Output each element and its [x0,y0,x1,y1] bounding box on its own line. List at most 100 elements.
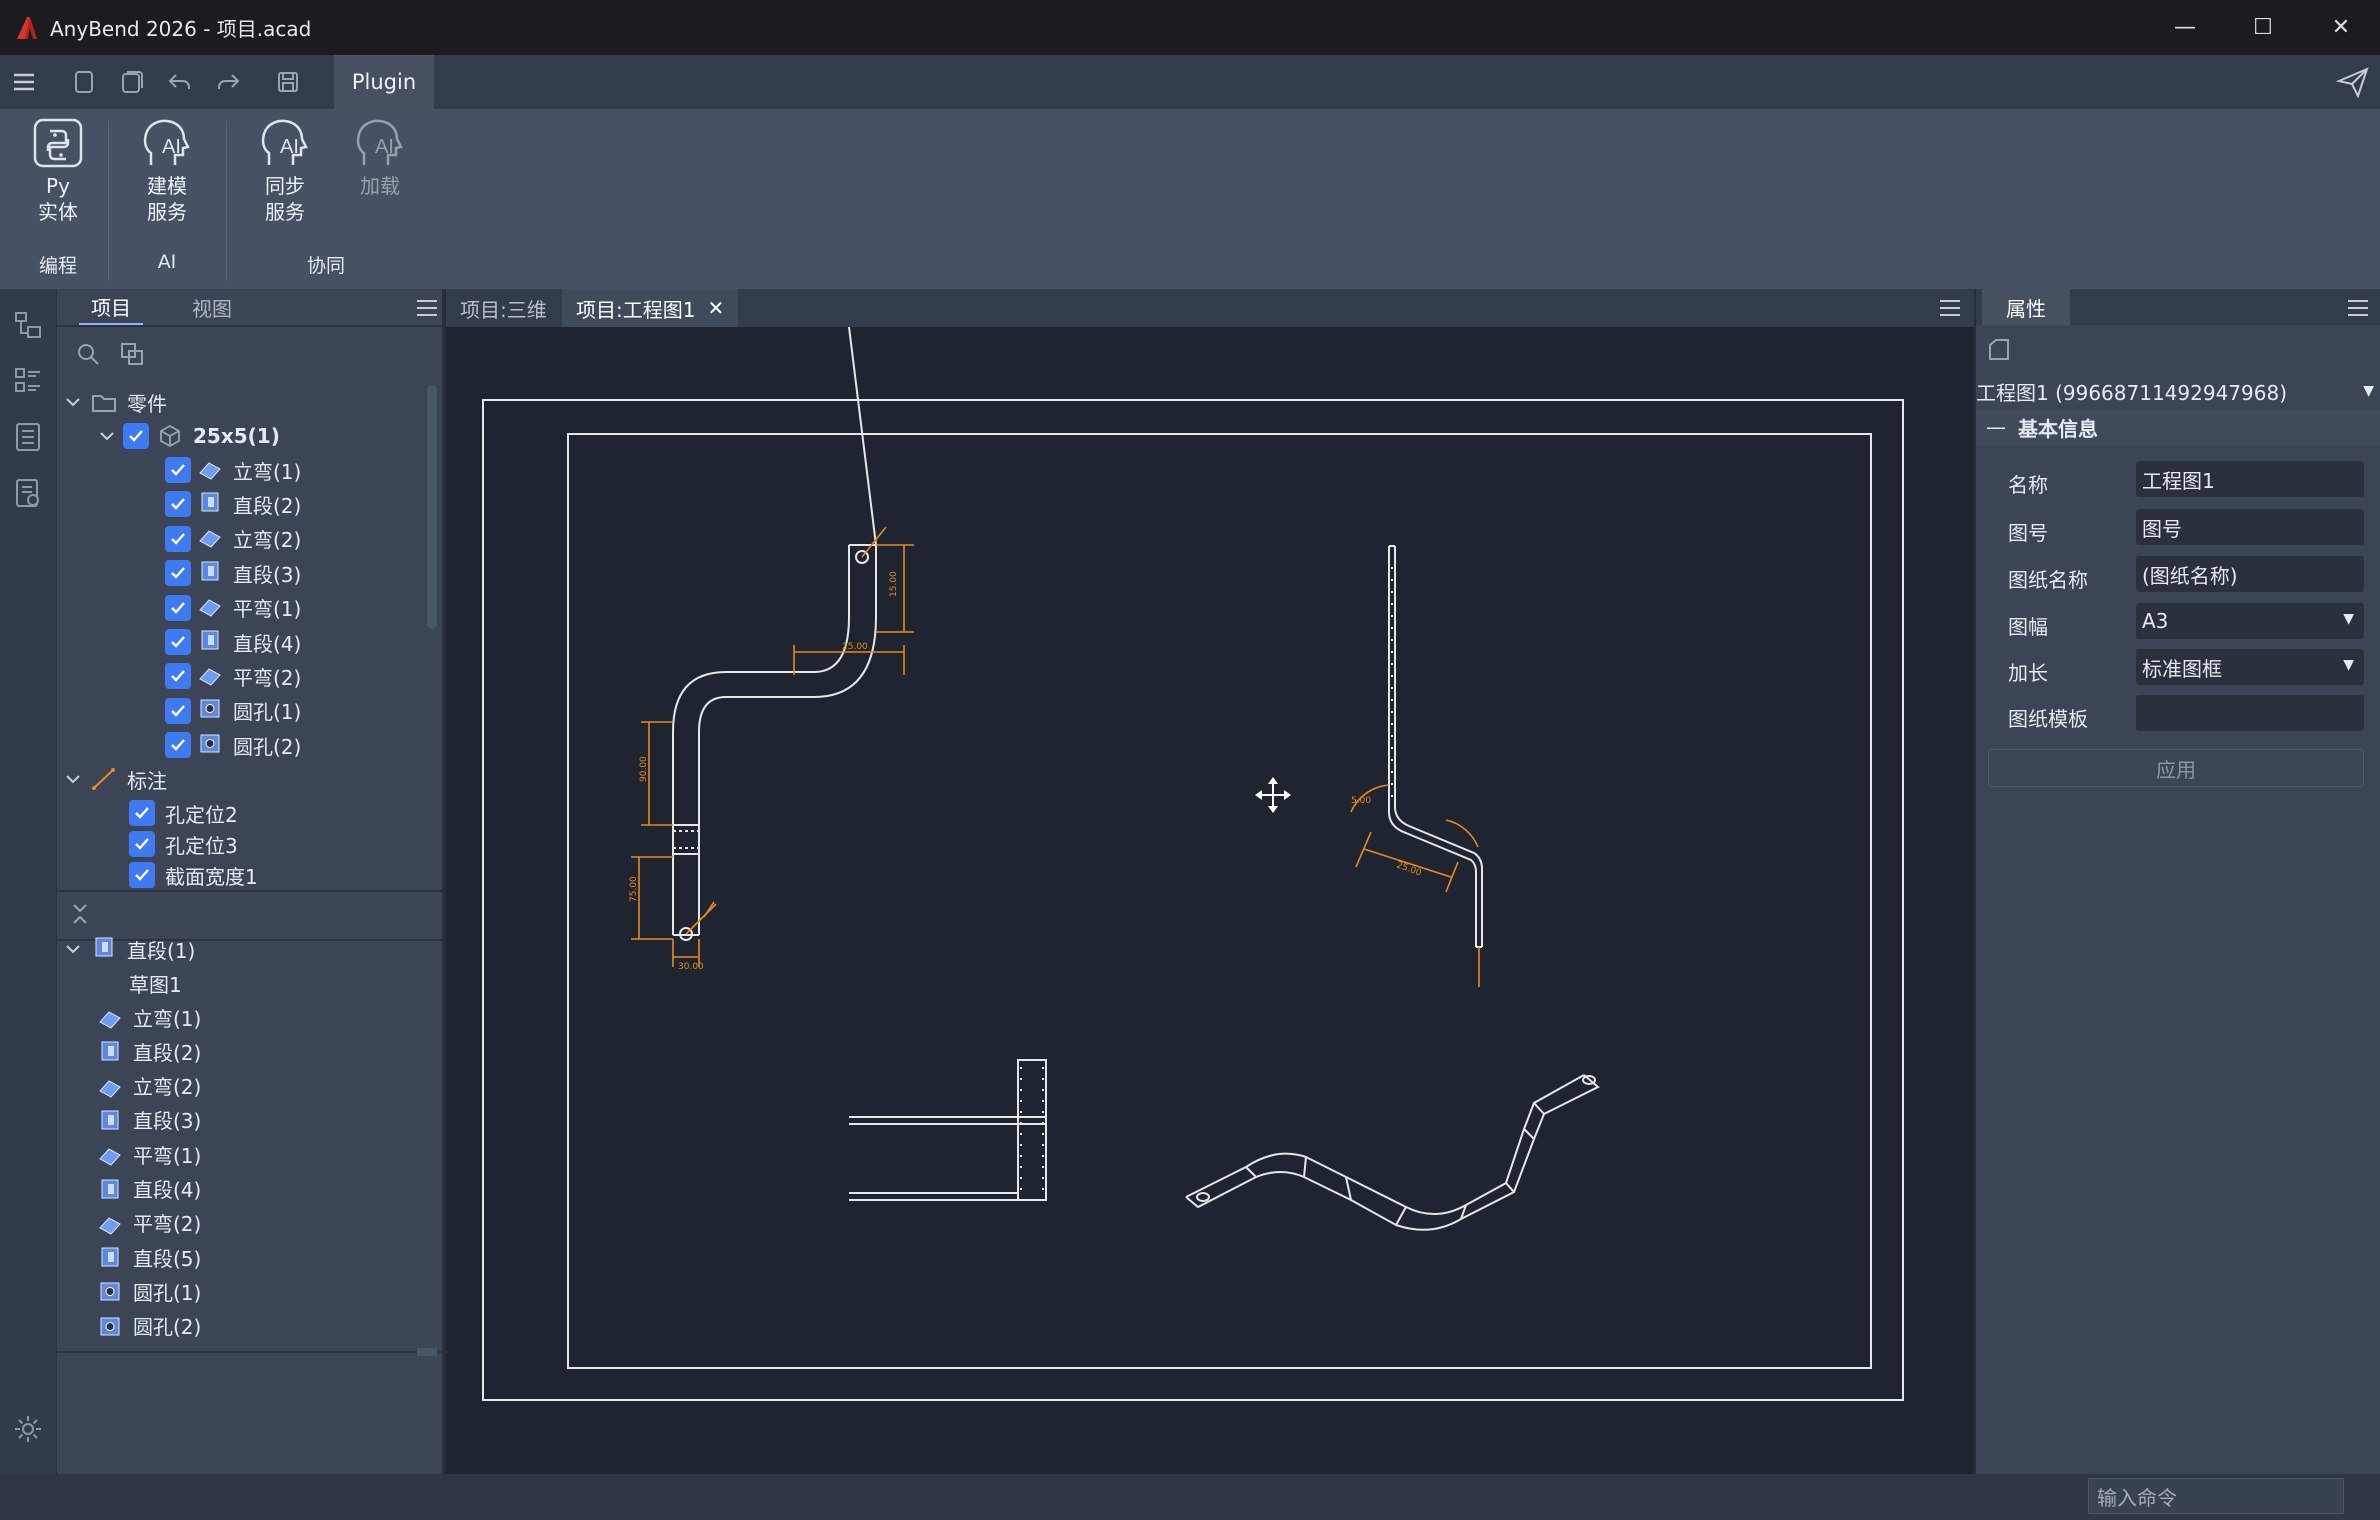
checkbox[interactable] [165,732,191,759]
side-view-dim-text: 5.00 25.00 [1351,796,1423,879]
name-field[interactable]: 工程图1 [2136,461,2364,497]
history-item[interactable]: 平弯(2) [97,1207,201,1239]
props-menu-icon[interactable] [2346,297,2370,319]
history-sketch[interactable]: 草图1 [129,967,182,999]
chevron-down-icon[interactable] [63,769,83,789]
tree-feature-item[interactable]: 平弯(1) [165,592,301,624]
tabs-menu-icon[interactable] [1938,297,1962,319]
svg-text:AI: AI [162,136,181,158]
command-input[interactable]: 输入命令 [2088,1478,2344,1514]
checkbox[interactable] [165,663,191,690]
history-root[interactable]: 直段(1) [63,933,195,965]
settings-gear-icon[interactable] [12,1413,44,1445]
load-button[interactable]: AI 加载 [352,117,408,199]
tree-folder-parts[interactable]: 零件 [63,386,167,418]
history-item[interactable]: 圆孔(2) [97,1310,201,1342]
checkbox[interactable] [165,629,191,655]
tree-feature-item[interactable]: 圆孔(2) [165,729,301,761]
sheet-name-field[interactable]: (图纸名称) [2136,556,2364,592]
front-view[interactable] [672,326,877,941]
side-view[interactable] [1388,545,1483,948]
select-value: A3 [2142,609,2169,633]
isometric-view[interactable] [1185,1074,1600,1231]
history-item[interactable]: 立弯(2) [97,1070,201,1102]
chevron-down-icon[interactable] [63,939,83,959]
chevron-down-icon[interactable] [63,392,83,412]
modeling-service-button[interactable]: AI 建模 服务 [136,117,198,225]
checkbox[interactable] [165,594,191,621]
section-header[interactable]: — 基本信息 [1976,409,2380,445]
close-window-button[interactable]: ✕ [2302,0,2380,55]
tree-feature-item[interactable]: 圆孔(1) [165,695,301,727]
save-icon[interactable] [264,55,312,109]
object-selector[interactable]: 工程图1 (99668711492947968) ▼ [1976,373,2380,409]
py-entity-button[interactable]: Py 实体 [28,117,88,225]
tab-project[interactable]: 项目 [79,289,143,325]
checkbox[interactable] [129,800,155,826]
history-item[interactable]: 直段(2) [97,1035,201,1067]
new-file-icon[interactable] [60,55,108,109]
tab-drawing-1[interactable]: 项目:工程图1 ✕ [562,289,739,327]
checkbox[interactable] [165,560,191,587]
list-detail-icon[interactable] [12,365,44,397]
checkbox[interactable] [123,423,149,449]
document-list-icon[interactable] [12,421,44,453]
checkbox[interactable] [129,831,155,857]
history-item[interactable]: 立弯(1) [97,1001,201,1033]
apply-button[interactable]: 应用 [1988,749,2364,787]
tree-feature-item[interactable]: 平弯(2) [165,660,301,692]
history-item[interactable]: 直段(4) [97,1173,201,1205]
send-icon[interactable] [2336,65,2370,99]
maximize-button[interactable]: ☐ [2224,0,2302,55]
drawing-canvas[interactable]: 25.00 15.00 90.00 75.00 30.00 5.00 25.00 [446,326,1974,1474]
tree-annotation-item[interactable]: 截面宽度1 [129,859,258,891]
history-item[interactable]: 直段(3) [97,1104,201,1136]
redo-icon[interactable] [204,55,252,109]
checkbox[interactable] [165,525,191,552]
extension-select[interactable]: 标准图框 ▼ [2136,649,2364,685]
drawing-number-field[interactable]: 图号 [2136,509,2364,545]
checkbox[interactable] [129,862,155,888]
tab-plugin[interactable]: Plugin [334,55,434,109]
history-item[interactable]: 平弯(1) [97,1138,201,1170]
collapse-icon[interactable] [69,901,91,927]
tab-view[interactable]: 视图 [177,289,247,325]
tree-scrollbar[interactable] [427,385,437,629]
tree-structure-icon[interactable] [12,309,44,341]
close-tab-icon[interactable]: ✕ [707,296,724,320]
checkbox[interactable] [165,457,191,483]
tree-feature-item[interactable]: 立弯(2) [165,523,301,555]
sheet-size-select[interactable]: A3 ▼ [2136,603,2364,639]
history-item[interactable]: 直段(5) [97,1241,201,1273]
tree-annotation-item[interactable]: 孔定位3 [129,828,238,860]
sync-service-button[interactable]: AI 同步 服务 [254,117,316,225]
checkbox[interactable] [165,697,191,724]
tree-feature-item[interactable]: 直段(2) [165,488,301,520]
tab-properties[interactable]: 属性 [1982,289,2070,325]
prop-row-extend: 加长 标准图框 ▼ [1976,649,2380,689]
tree-feature-item[interactable]: 直段(3) [165,557,301,589]
open-file-icon[interactable] [108,55,156,109]
tree-feature-item[interactable]: 直段(4) [165,626,301,658]
undo-icon[interactable] [156,55,204,109]
top-view-outline[interactable] [849,1059,1047,1201]
report-icon[interactable] [12,477,44,509]
tree-feature-item[interactable]: 立弯(1) [165,454,301,486]
export-icon[interactable] [1986,337,2012,363]
tab-3d-view[interactable]: 项目:三维 [446,289,561,327]
prop-row-number: 图号 图号 [1976,509,2380,549]
checkbox[interactable] [165,491,191,518]
history-item[interactable]: 圆孔(1) [97,1275,201,1307]
copy-icon[interactable] [119,341,145,367]
panel-menu-icon[interactable] [415,297,439,319]
template-field[interactable] [2136,695,2364,731]
prop-row-name: 名称 工程图1 [1976,461,2380,501]
search-icon[interactable] [75,341,101,367]
chevron-down-icon[interactable] [97,426,117,446]
hamburger-menu-icon[interactable] [0,55,48,109]
tree-folder-annotations[interactable]: 标注 [63,763,167,795]
tree-part[interactable]: 25x5(1) [97,420,280,452]
minimize-button[interactable]: — [2146,0,2224,55]
tree-annotation-item[interactable]: 孔定位2 [129,797,238,829]
top-view[interactable] [849,1113,1047,1125]
